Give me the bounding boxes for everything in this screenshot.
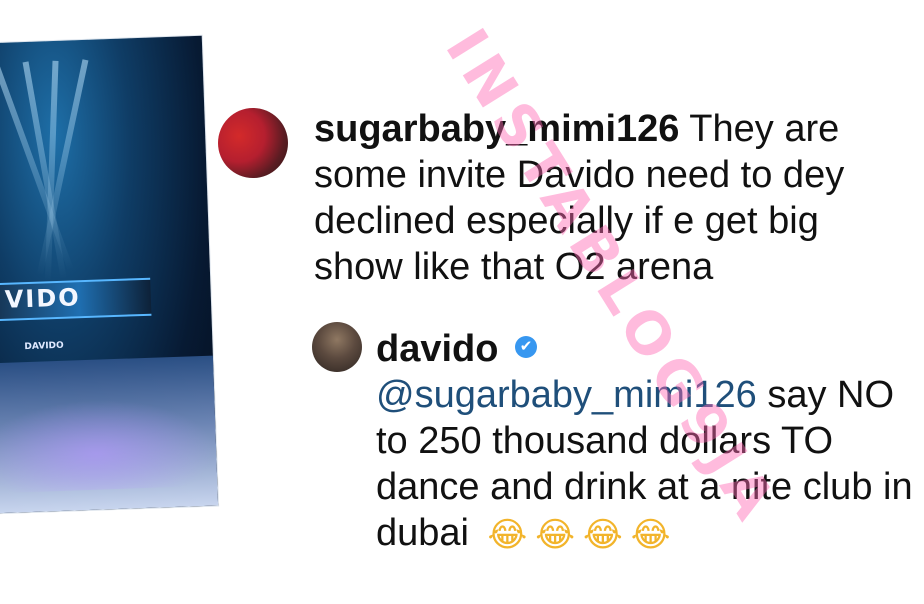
stage-banner-text: VIDO	[4, 283, 82, 314]
comment-davido: davido ✔ @sugarbaby_mimi126 say NO to 25…	[376, 326, 916, 556]
laughing-emoji-icon: 😂	[535, 514, 576, 555]
stage-small-tag: DAVIDO	[24, 340, 64, 353]
avatar-davido[interactable]	[312, 322, 362, 372]
username-davido[interactable]: davido	[376, 328, 498, 370]
comment-sugarbaby: sugarbaby_mimi126 They are some invite D…	[314, 106, 894, 290]
laughing-emoji-icon: 😂	[630, 514, 671, 555]
floor-glow	[0, 395, 218, 494]
username-sugarbaby[interactable]: sugarbaby_mimi126	[314, 108, 679, 150]
laughing-emoji-icon: 😂	[487, 514, 528, 555]
concert-photo: VIDO DAVIDO	[0, 35, 219, 515]
verified-badge-icon: ✔	[515, 335, 538, 358]
mention-link[interactable]: @sugarbaby_mimi126	[376, 374, 757, 416]
avatar-sugarbaby[interactable]	[218, 108, 288, 178]
laughing-emoji-icon: 😂	[583, 514, 623, 555]
